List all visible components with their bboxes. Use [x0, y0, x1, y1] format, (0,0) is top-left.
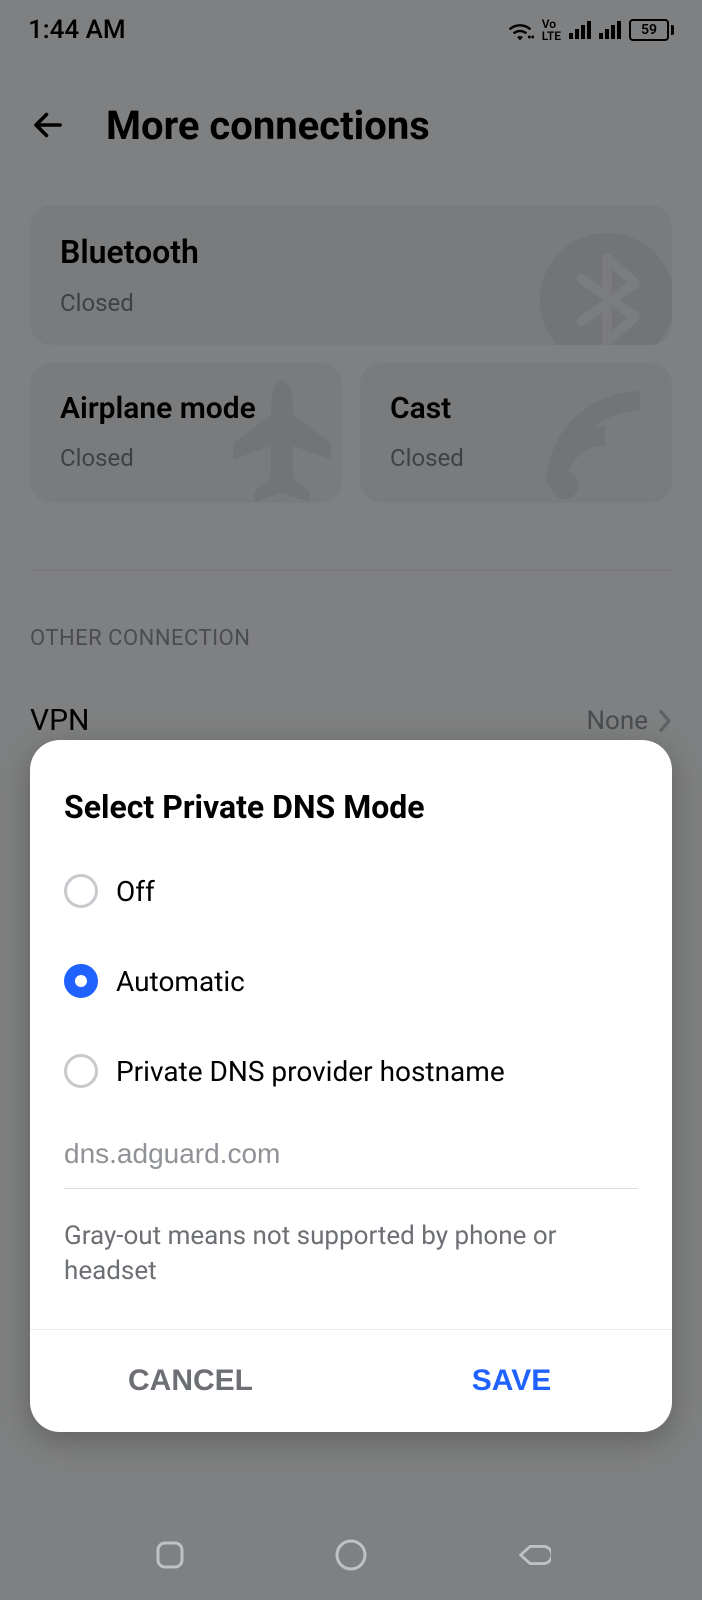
system-nav-bar [0, 1510, 702, 1600]
dialog-hint: Gray-out means not supported by phone or… [64, 1219, 638, 1289]
radio-option-off[interactable]: Off [64, 874, 638, 908]
dialog-title: Select Private DNS Mode [64, 788, 638, 826]
cancel-button[interactable]: CANCEL [30, 1330, 351, 1432]
radio-label-hostname: Private DNS provider hostname [116, 1055, 505, 1088]
dialog-actions: CANCEL SAVE [30, 1329, 672, 1432]
private-dns-dialog: Select Private DNS Mode Off Automatic Pr… [30, 740, 672, 1432]
radio-icon [64, 1054, 98, 1088]
radio-label-off: Off [116, 875, 155, 908]
radio-icon-checked [64, 964, 98, 998]
radio-label-automatic: Automatic [116, 965, 245, 998]
nav-home-button[interactable] [332, 1536, 370, 1574]
nav-recent-button[interactable] [151, 1536, 189, 1574]
nav-back-button[interactable] [513, 1536, 551, 1574]
save-button[interactable]: SAVE [351, 1330, 672, 1432]
dns-hostname-input[interactable] [64, 1128, 638, 1189]
radio-icon [64, 874, 98, 908]
radio-option-automatic[interactable]: Automatic [64, 964, 638, 998]
radio-option-hostname[interactable]: Private DNS provider hostname [64, 1054, 638, 1088]
